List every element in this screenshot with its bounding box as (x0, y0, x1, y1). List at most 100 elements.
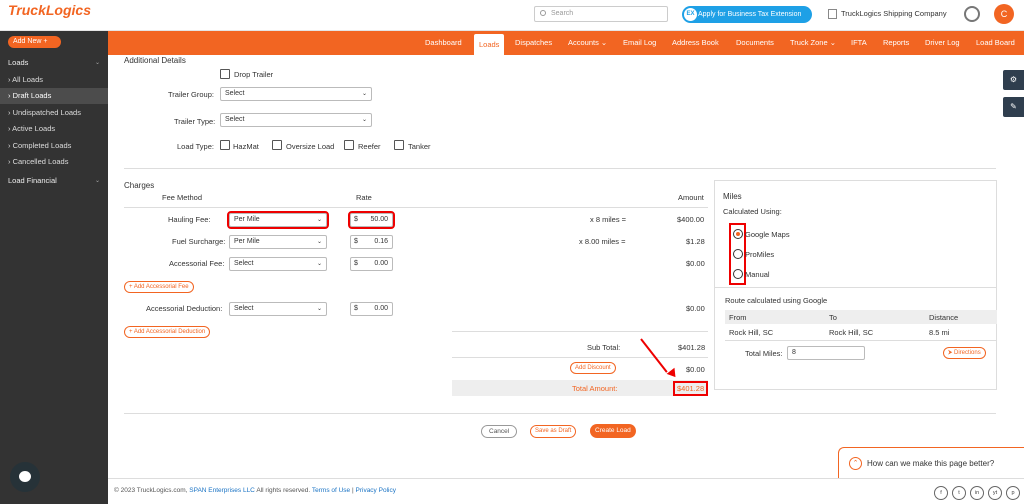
hauling-fee-method-value: Per Mile (234, 216, 260, 223)
total-miles-input[interactable]: 8 (787, 346, 865, 360)
nav-reports[interactable]: Reports (883, 31, 909, 55)
footer-terms-link[interactable]: Terms of Use (312, 487, 350, 494)
facebook-icon[interactable]: f (934, 486, 948, 500)
promiles-radio[interactable] (733, 249, 743, 259)
settings-gear-icon[interactable] (964, 6, 980, 22)
sidebar-section-loads[interactable]: Loads ⌄ (0, 55, 108, 71)
nav-driver-log[interactable]: Driver Log (925, 31, 960, 55)
sidebar-item-cancelled-loads[interactable]: › Cancelled Loads (0, 154, 108, 170)
add-new-button[interactable]: Add New + (8, 36, 61, 48)
actions-divider (124, 413, 996, 414)
sidebar-item-draft-loads[interactable]: › Draft Loads (0, 88, 108, 104)
tax-extension-label: Apply for Business Tax Extension (698, 11, 802, 18)
accessorial-fee-method-value: Select (234, 260, 254, 267)
nav-email-log[interactable]: Email Log (623, 31, 656, 55)
hauling-fee-method-select[interactable]: Per Mile ⌄ (227, 211, 329, 229)
chevron-down-icon: ⌄ (361, 117, 367, 123)
fuel-surcharge-rate-input[interactable]: $0.16 (350, 235, 393, 249)
drop-trailer-checkbox[interactable] (220, 69, 230, 79)
add-discount-button[interactable]: Add Discount (570, 362, 616, 374)
notes-side-icon[interactable]: ✎ (1003, 97, 1024, 117)
subtotal-value: $401.28 (678, 343, 706, 352)
miles-panel: Miles Calculated Using: Google Maps ProM… (714, 180, 997, 390)
nav-loads[interactable]: Loads (474, 34, 505, 55)
directions-button[interactable]: ⮞ Directions (943, 347, 986, 359)
route-from-value: Rock Hill, SC (729, 328, 774, 337)
additional-details-title: Additional Details (124, 56, 186, 65)
drop-trailer-label: Drop Trailer (234, 70, 274, 79)
accessorial-deduction-rate-input[interactable]: $0.00 (350, 302, 393, 316)
nav-truck-zone[interactable]: Truck Zone ⌄ (790, 31, 836, 55)
sidebar-item-active-loads[interactable]: › Active Loads (0, 121, 108, 137)
accessorial-fee-method-select[interactable]: Select ⌄ (229, 257, 327, 271)
settings-side-icon[interactable]: ⚙ (1003, 70, 1024, 90)
footer-copyright: © 2023 TruckLogics.com, (114, 487, 188, 494)
total-miles-label: Total Miles: (745, 349, 783, 358)
feedback-label: How can we make this page better? (867, 459, 995, 468)
nav-ifta[interactable]: IFTA (851, 31, 867, 55)
calculated-using-label: Calculated Using: (723, 207, 782, 216)
accessorial-fee-currency: $ (354, 260, 358, 267)
total-amount-label: Total Amount: (572, 384, 618, 393)
accessorial-deduction-amount: $0.00 (686, 304, 705, 313)
hazmat-checkbox[interactable] (220, 140, 230, 150)
directions-label: Directions (954, 350, 981, 356)
twitter-icon[interactable]: t (952, 486, 966, 500)
manual-radio[interactable] (733, 269, 743, 279)
fee-method-header: Fee Method (162, 193, 203, 202)
company-selector[interactable]: TruckLogics Shipping Company (828, 9, 947, 20)
search-input[interactable]: Search (534, 6, 668, 22)
oversize-load-checkbox[interactable] (272, 140, 282, 150)
fuel-surcharge-label: Fuel Surcharge: (172, 237, 226, 246)
directions-icon: ⮞ (948, 350, 953, 356)
route-distance-value: 8.5 mi (929, 328, 950, 337)
feedback-widget[interactable]: ⌃ How can we make this page better? (838, 447, 1024, 479)
sidebar-item-all-loads[interactable]: › All Loads (0, 72, 108, 88)
sidebar-item-undispatched-loads[interactable]: › Undispatched Loads (0, 105, 108, 121)
subtotal-label: Sub Total: (587, 343, 621, 352)
fuel-surcharge-method-select[interactable]: Per Mile ⌄ (229, 235, 327, 249)
trailer-group-select[interactable]: Select ⌄ (220, 87, 372, 101)
cancel-button[interactable]: Cancel (481, 425, 518, 438)
youtube-icon[interactable]: yt (988, 486, 1002, 500)
nav-documents[interactable]: Documents (736, 31, 774, 55)
route-note: Route calculated using Google (725, 296, 828, 305)
nav-dashboard[interactable]: Dashboard (425, 31, 462, 55)
fuel-surcharge-calc: x 8.00 miles = (579, 237, 626, 246)
create-load-button[interactable]: Create Load (590, 424, 636, 438)
pinterest-icon[interactable]: p (1006, 486, 1020, 500)
chevron-down-icon: ⌄ (316, 306, 322, 312)
save-as-draft-button[interactable]: Save as Draft (530, 425, 577, 438)
footer-company-link[interactable]: SPAN Enterprises LLC (189, 487, 255, 494)
total-amount-value: $401.28 (672, 381, 709, 396)
truck-logics-logo[interactable]: TruckLogics (8, 3, 91, 17)
nav-dispatches[interactable]: Dispatches (515, 31, 552, 55)
hauling-fee-currency: $ (354, 216, 358, 223)
linkedin-icon[interactable]: in (970, 486, 984, 500)
nav-accounts[interactable]: Accounts ⌄ (568, 31, 607, 55)
nav-address-book[interactable]: Address Book (672, 31, 719, 55)
tax-extension-button[interactable]: EX Apply for Business Tax Extension (682, 6, 812, 23)
charges-title: Charges (124, 181, 155, 190)
nav-load-board[interactable]: Load Board (976, 31, 1015, 55)
footer-privacy-link[interactable]: Privacy Policy (356, 487, 396, 494)
trailer-type-select[interactable]: Select ⌄ (220, 113, 372, 127)
tanker-checkbox[interactable] (394, 140, 404, 150)
tanker-label: Tanker (408, 142, 431, 151)
hauling-fee-rate-input[interactable]: $50.00 (348, 211, 395, 229)
search-icon (540, 10, 546, 16)
hauling-fee-rate-value: 50.00 (370, 216, 388, 223)
user-avatar[interactable]: C (994, 4, 1014, 24)
sidebar-section-load-financial[interactable]: Load Financial ⌄ (0, 173, 108, 189)
accessorial-fee-rate-input[interactable]: $0.00 (350, 257, 393, 271)
sidebar-item-completed-loads[interactable]: › Completed Loads (0, 138, 108, 154)
add-accessorial-deduction-button[interactable]: + Add Accessorial Deduction (124, 326, 211, 338)
oversize-load-label: Oversize Load (286, 142, 335, 151)
accessorial-deduction-method-select[interactable]: Select ⌄ (229, 302, 327, 316)
reefer-checkbox[interactable] (344, 140, 354, 150)
chevron-down-icon: ⌄ (361, 91, 367, 97)
sidebar-section-load-financial-label: Load Financial (8, 176, 57, 185)
google-maps-radio[interactable] (733, 229, 743, 239)
add-accessorial-fee-button[interactable]: + Add Accessorial Fee (124, 281, 194, 293)
chat-icon[interactable] (10, 462, 40, 492)
